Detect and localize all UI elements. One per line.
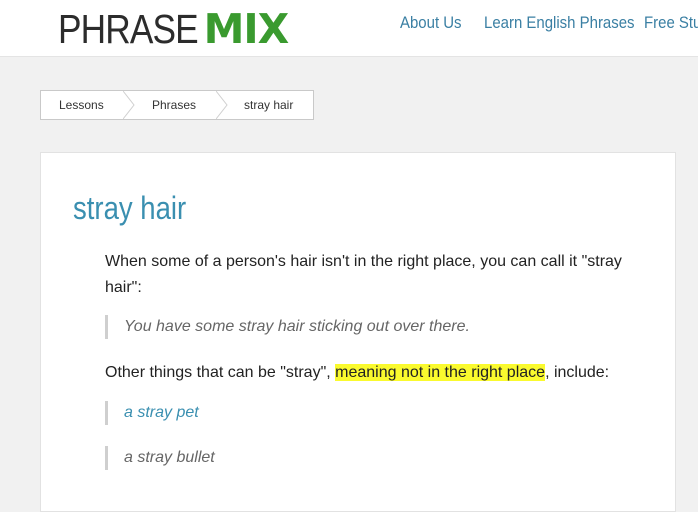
other-text-after: , include: <box>545 364 610 381</box>
nav-learn-english-phrases[interactable]: Learn English Phrases <box>484 13 635 33</box>
intro-paragraph: When some of a person's hair isn't in th… <box>105 249 625 301</box>
other-paragraph: Other things that can be "stray", meanin… <box>105 360 625 386</box>
site-header: PHRASE MIX About Us Learn English Phrases… <box>0 0 698 57</box>
breadcrumb-phrases[interactable]: Phrases <box>152 91 196 119</box>
page-title: stray hair <box>73 190 187 226</box>
intro-line-1: When some of a person's hair isn't in th… <box>105 253 622 270</box>
intro-line-2: hair": <box>105 279 142 296</box>
logo-phrase-text: PHRASE <box>58 6 199 52</box>
breadcrumb-separator-icon <box>216 91 228 119</box>
logo-mix-text: MIX <box>203 5 290 53</box>
example-link-stray-pet[interactable]: a stray pet <box>105 401 199 425</box>
breadcrumb: Lessons Phrases stray hair <box>40 90 314 120</box>
breadcrumb-separator-icon <box>123 91 135 119</box>
site-logo[interactable]: PHRASE MIX <box>58 5 290 53</box>
other-text-before: Other things that can be "stray", <box>105 364 336 381</box>
example-quote: You have some stray hair sticking out ov… <box>105 315 470 339</box>
highlighted-text: meaning not in the right place <box>335 364 546 381</box>
breadcrumb-current: stray hair <box>244 98 294 112</box>
example-stray-bullet: a stray bullet <box>105 446 215 470</box>
breadcrumb-lessons[interactable]: Lessons <box>59 91 104 119</box>
nav-free-stuff[interactable]: Free Stuf <box>644 13 698 33</box>
nav-about-us[interactable]: About Us <box>400 13 462 33</box>
